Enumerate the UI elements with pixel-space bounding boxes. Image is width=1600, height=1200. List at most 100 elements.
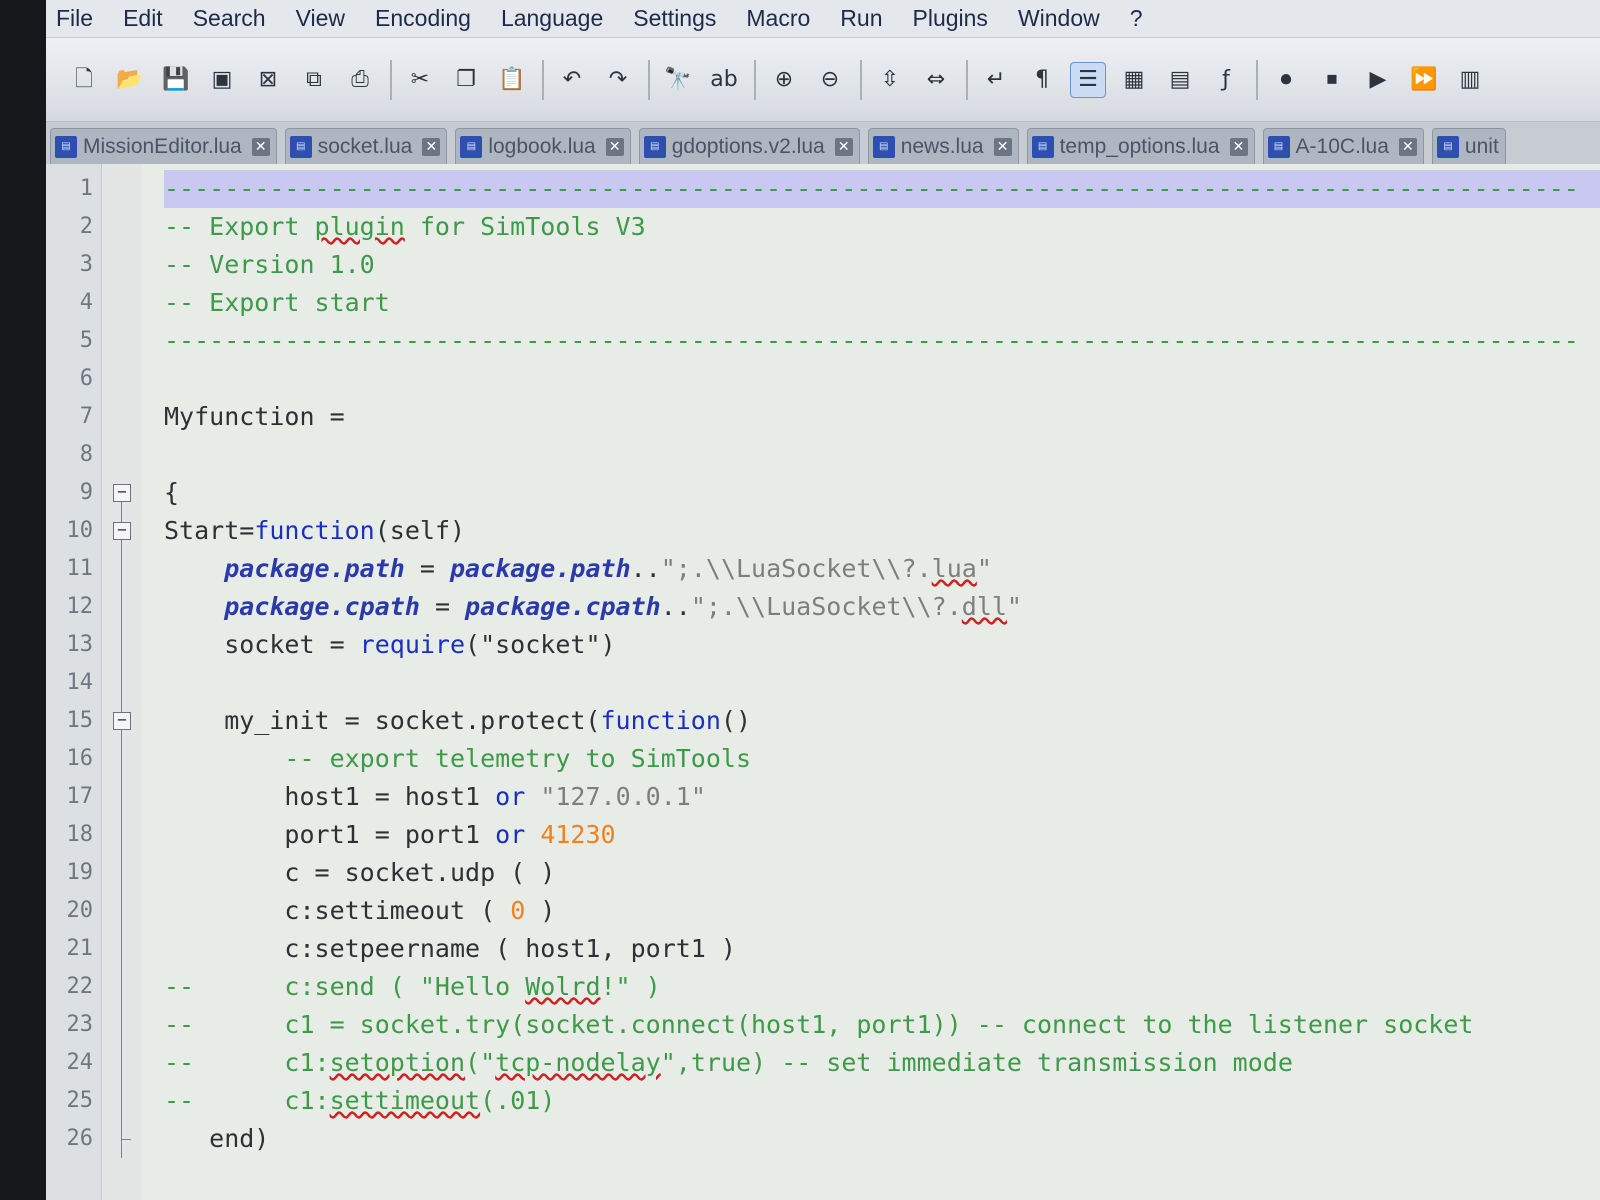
zoom-out-icon[interactable]: ⊖ xyxy=(812,62,848,98)
document-tab[interactable]: ▤ unit xyxy=(1431,128,1506,164)
code-line[interactable]: -- Export plugin for SimTools V3 xyxy=(164,208,1600,246)
sync-horizontal-icon[interactable]: ⇔ xyxy=(918,62,954,98)
file-icon: ▤ xyxy=(872,135,895,158)
menu-help[interactable]: ? xyxy=(1130,5,1143,32)
file-icon: ▤ xyxy=(1436,135,1459,158)
copy-icon[interactable]: ❐ xyxy=(448,62,484,98)
document-tab[interactable]: ▤ A-10C.lua ✕ xyxy=(1262,128,1424,164)
toolbar-separator xyxy=(542,59,544,100)
menu-view[interactable]: View xyxy=(296,5,345,32)
code-line[interactable]: -- Version 1.0 xyxy=(164,246,1600,284)
close-tab-icon[interactable]: ✕ xyxy=(251,137,270,156)
menu-plugins[interactable]: Plugins xyxy=(913,5,988,32)
function-list-icon[interactable]: ▤ xyxy=(1162,62,1198,98)
code-editor[interactable]: 1 2 3 4 5 6 7 8 9 10 11 12 13 14 15 16 17 18 19 20 21 22 23 24 2… xyxy=(46,164,1600,1200)
close-tab-icon[interactable]: ✕ xyxy=(422,137,441,156)
indent-guide-icon[interactable]: ☰ xyxy=(1070,61,1106,98)
fold-toggle-icon[interactable]: − xyxy=(102,474,142,512)
menu-language[interactable]: Language xyxy=(501,5,603,32)
new-file-icon[interactable]: 🗋 xyxy=(66,62,102,98)
menu-edit[interactable]: Edit xyxy=(123,5,163,32)
close-icon[interactable]: ⊠ xyxy=(250,62,286,98)
line-number: 25 xyxy=(66,1088,94,1113)
document-tab[interactable]: ▤ logbook.lua ✕ xyxy=(455,128,631,164)
code-line[interactable]: host1 = host1 or "127.0.0.1" xyxy=(164,778,1600,816)
close-all-icon[interactable]: ⧉ xyxy=(296,62,332,98)
code-line[interactable]: -- c1:setoption("tcp-nodelay",true) -- s… xyxy=(164,1044,1600,1082)
macro-save-icon[interactable]: ▥ xyxy=(1452,62,1488,98)
doc-map-icon[interactable]: ▦ xyxy=(1116,62,1152,98)
code-line[interactable]: c = socket.udp ( ) xyxy=(164,854,1600,892)
code-line[interactable]: my_init = socket.protect(function() xyxy=(164,702,1600,740)
save-icon[interactable]: 💾 xyxy=(158,62,194,98)
code-area[interactable]: ----------------------------------------… xyxy=(142,164,1600,1200)
code-line[interactable]: socket = require("socket") xyxy=(164,626,1600,664)
sync-vertical-icon[interactable]: ⇳ xyxy=(872,62,908,98)
toolbar-separator xyxy=(648,59,650,100)
menu-window[interactable]: Window xyxy=(1018,5,1100,32)
fold-empty xyxy=(102,246,142,284)
code-token: { xyxy=(164,478,180,507)
document-tab[interactable]: ▤ socket.lua ✕ xyxy=(284,128,448,164)
document-tab[interactable]: ▤ gdoptions.v2.lua ✕ xyxy=(638,128,860,164)
code-line[interactable] xyxy=(164,360,1600,398)
code-line[interactable]: c:setpeername ( host1, port1 ) xyxy=(164,930,1600,968)
code-line[interactable]: Start=function(self) xyxy=(164,512,1600,550)
code-line[interactable] xyxy=(164,664,1600,702)
toolbar: 🗋 📂 💾 ▣ ⊠ ⧉ ⎙ ✂ ❐ 📋 ↶ ↷ 🔭 ab ⊕ ⊖ ⇳ ⇔ ↵ ¶ ☰ ▦ ▤ ƒ ⏺ ⏹ ▶ ⏩ ▥ xyxy=(46,38,1600,122)
macro-run-multiple-icon[interactable]: ⏩ xyxy=(1406,62,1442,98)
folder-workspace-icon[interactable]: ƒ xyxy=(1208,62,1244,98)
code-token: () xyxy=(720,706,752,735)
code-line[interactable]: { xyxy=(164,474,1600,512)
menu-settings[interactable]: Settings xyxy=(633,5,716,32)
paste-icon[interactable]: 📋 xyxy=(494,62,530,98)
close-tab-icon[interactable]: ✕ xyxy=(605,137,624,156)
close-tab-icon[interactable]: ✕ xyxy=(993,137,1012,156)
code-line[interactable]: Myfunction = xyxy=(164,398,1600,436)
code-line[interactable]: -- export telemetry to SimTools xyxy=(164,740,1600,778)
print-icon[interactable]: ⎙ xyxy=(342,62,378,98)
close-tab-icon[interactable]: ✕ xyxy=(834,137,853,156)
code-line[interactable] xyxy=(164,436,1600,474)
code-line[interactable]: ----------------------------------------… xyxy=(164,170,1600,208)
code-line[interactable]: end) xyxy=(164,1120,1600,1158)
redo-icon[interactable]: ↷ xyxy=(600,62,636,98)
code-line[interactable]: package.cpath = package.cpath..";.\\LuaS… xyxy=(164,588,1600,626)
code-line[interactable]: -- c1 = socket.try(socket.connect(host1,… xyxy=(164,1006,1600,1044)
show-all-chars-icon[interactable]: ¶ xyxy=(1024,62,1060,98)
replace-icon[interactable]: ab xyxy=(706,62,742,98)
tab-label: MissionEditor.lua xyxy=(83,134,242,158)
code-line[interactable]: -- c1:settimeout(.01) xyxy=(164,1082,1600,1120)
code-token: package.cpath xyxy=(465,592,661,621)
fold-toggle-icon[interactable]: − xyxy=(102,702,142,740)
menu-run[interactable]: Run xyxy=(840,5,882,32)
open-file-icon[interactable]: 📂 xyxy=(112,62,148,98)
zoom-in-icon[interactable]: ⊕ xyxy=(766,62,802,98)
menu-macro[interactable]: Macro xyxy=(746,5,810,32)
code-line[interactable]: package.path = package.path..";.\\LuaSoc… xyxy=(164,550,1600,588)
find-icon[interactable]: 🔭 xyxy=(660,62,696,98)
code-line[interactable]: port1 = port1 or 41230 xyxy=(164,816,1600,854)
undo-icon[interactable]: ↶ xyxy=(554,62,590,98)
document-tab[interactable]: ▤ MissionEditor.lua ✕ xyxy=(50,128,277,164)
menu-encoding[interactable]: Encoding xyxy=(375,5,471,32)
macro-record-icon[interactable]: ⏺ xyxy=(1268,62,1304,98)
macro-stop-icon[interactable]: ⏹ xyxy=(1314,62,1350,98)
fold-guide xyxy=(102,892,142,930)
close-tab-icon[interactable]: ✕ xyxy=(1398,137,1417,156)
menu-search[interactable]: Search xyxy=(193,5,266,32)
menu-file[interactable]: File xyxy=(56,5,93,32)
code-line[interactable]: -- c:send ( "Hello Wolrd!" ) xyxy=(164,968,1600,1006)
code-line[interactable]: ----------------------------------------… xyxy=(164,322,1600,360)
word-wrap-icon[interactable]: ↵ xyxy=(978,62,1014,98)
fold-toggle-icon[interactable]: − xyxy=(102,512,142,550)
close-tab-icon[interactable]: ✕ xyxy=(1229,137,1248,156)
line-number: 2 xyxy=(79,214,93,239)
document-tab[interactable]: ▤ temp_options.lua ✕ xyxy=(1026,128,1255,164)
macro-play-icon[interactable]: ▶ xyxy=(1360,62,1396,98)
document-tab[interactable]: ▤ news.lua ✕ xyxy=(867,128,1019,164)
cut-icon[interactable]: ✂ xyxy=(402,62,438,98)
code-line[interactable]: c:settimeout ( 0 ) xyxy=(164,892,1600,930)
save-all-icon[interactable]: ▣ xyxy=(204,62,240,98)
code-line[interactable]: -- Export start xyxy=(164,284,1600,322)
